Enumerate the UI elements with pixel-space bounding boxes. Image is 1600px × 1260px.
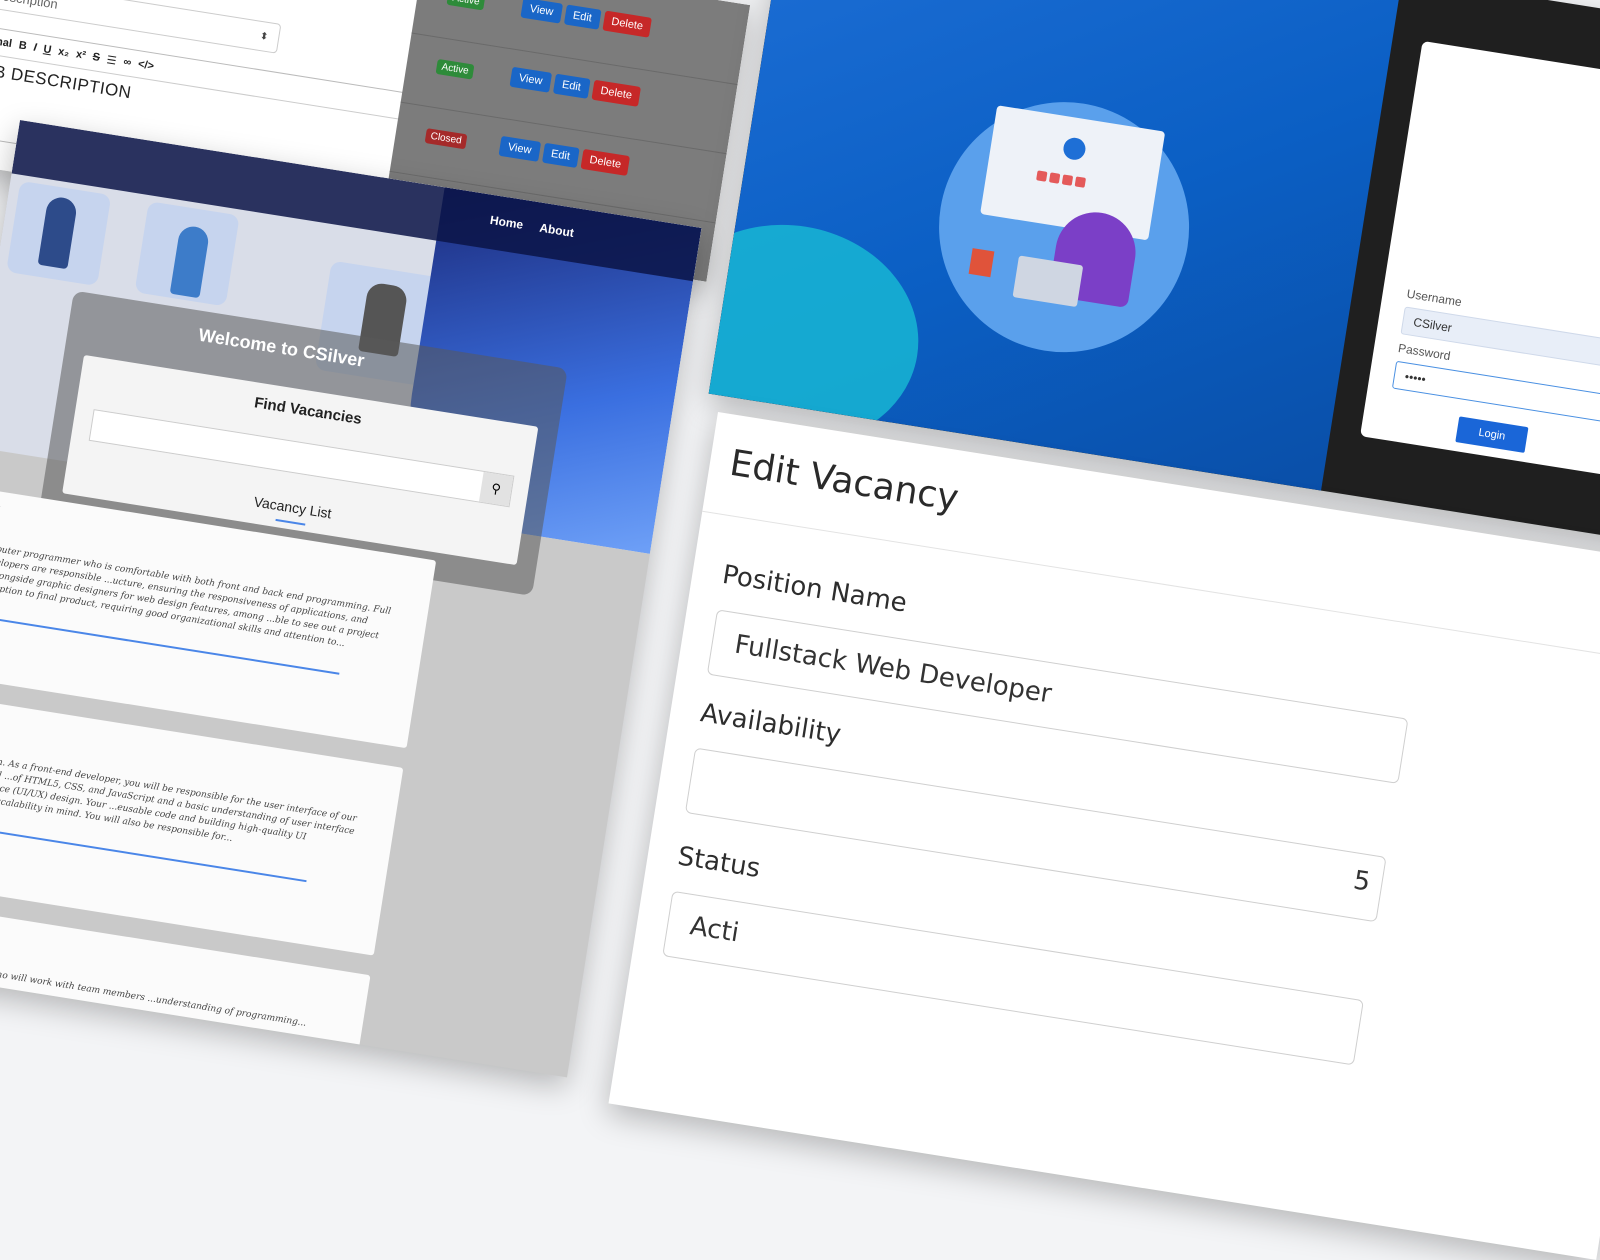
position-name-input[interactable]: Fullstack Web Developer — [706, 609, 1409, 784]
view-button[interactable]: View — [509, 66, 552, 93]
edit-vacancy-panel: Edit Vacancy Position Name Fullstack Web… — [608, 412, 1600, 1260]
login-button[interactable]: Login — [1455, 416, 1529, 453]
delete-button[interactable]: Delete — [602, 10, 653, 38]
status-badge: Active — [446, 0, 486, 11]
delete-button[interactable]: Delete — [591, 79, 642, 107]
availability-label: Availability — [698, 698, 844, 750]
subscript-icon[interactable]: x₂ — [57, 46, 70, 60]
list-icon[interactable]: ☰ — [106, 53, 118, 67]
nav-link-home[interactable]: Home — [489, 213, 524, 232]
vacancy-card-text: ...ed computer programmer who is comfort… — [0, 538, 392, 650]
delete-button[interactable]: Delete — [580, 148, 631, 177]
availability-value: 5 — [1351, 865, 1373, 898]
underline-icon[interactable]: U — [43, 43, 53, 56]
description-label: Description — [0, 0, 59, 12]
select-arrow-icon: ⬍ — [258, 30, 269, 44]
status-badge: Closed — [424, 128, 468, 150]
plant-illustration — [968, 248, 995, 278]
bold-icon[interactable]: B — [18, 39, 28, 52]
code-icon[interactable]: </> — [137, 58, 155, 72]
username-label: Username — [1405, 286, 1463, 310]
password-dots — [1036, 170, 1087, 188]
vacancy-card-text: ...back-end developer who will work with… — [0, 953, 307, 1029]
link-icon[interactable]: ∞ — [123, 56, 133, 69]
vacancy-card-title: oper — [0, 494, 1, 521]
edit-button[interactable]: Edit — [563, 4, 602, 30]
nav-link-about[interactable]: About — [538, 221, 574, 240]
status-select[interactable]: Acti — [662, 890, 1364, 1066]
view-button[interactable]: View — [520, 0, 563, 24]
login-illustration — [708, 0, 1403, 491]
search-icon[interactable]: ⚲ — [478, 471, 514, 507]
vacancy-card-text: ...to join our team. As a front-end deve… — [0, 746, 358, 845]
page-title: Edit Vacancy — [726, 442, 962, 520]
superscript-icon[interactable]: x² — [75, 48, 87, 61]
availability-input[interactable]: 5 — [684, 747, 1387, 923]
user-icon — [1061, 136, 1088, 162]
edit-button[interactable]: Edit — [541, 142, 580, 168]
status-badge: Active — [435, 58, 475, 80]
italic-icon[interactable]: I — [33, 42, 38, 54]
position-name-label: Position Name — [720, 559, 909, 619]
login-form: Username CSilver Password ••••• Login — [1360, 40, 1600, 483]
status-label: Status — [675, 841, 763, 884]
view-button[interactable]: View — [498, 135, 541, 162]
edit-button[interactable]: Edit — [552, 73, 591, 99]
toolbar-heading-select[interactable]: Normal — [0, 32, 13, 50]
title-underline — [275, 518, 306, 526]
password-label: Password — [1397, 341, 1452, 364]
welcome-panel: Home About Welcome to CSilver Find Vacan… — [0, 120, 702, 1078]
strikethrough-icon[interactable]: S — [92, 51, 101, 64]
